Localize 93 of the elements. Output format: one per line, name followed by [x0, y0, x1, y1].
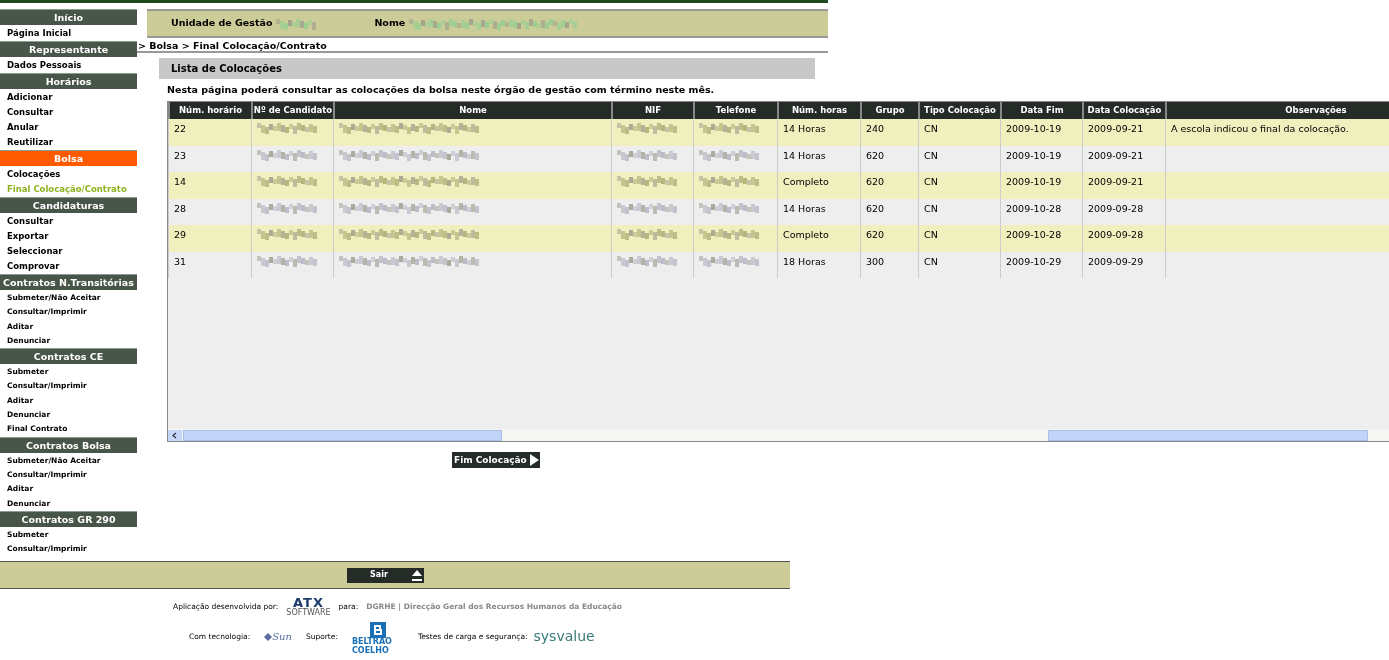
table-cell: 29	[174, 229, 187, 241]
blurred-text	[699, 122, 759, 135]
table-cell: 2009-10-29	[1006, 255, 1062, 267]
play-icon	[528, 454, 539, 467]
sidebar-heading[interactable]: Contratos Bolsa	[0, 436, 137, 453]
table-cell: 28	[174, 202, 187, 214]
table-cell: 2009-09-21	[1088, 176, 1144, 188]
sidebar-link[interactable]: Colocações	[0, 167, 137, 182]
testing-logo: sysvalue	[533, 627, 595, 646]
table-cell: 14 Horas	[783, 149, 826, 161]
blurred-text	[617, 228, 677, 241]
intro-text: Nesta página poderá consultar as colocações da bolsa neste órgão de gestão com término neste mês.	[167, 83, 716, 97]
sidebar-link[interactable]: Comprovar	[0, 259, 137, 274]
sidebar-heading[interactable]: Contratos N.Transitórias	[0, 274, 137, 290]
blurred-text	[699, 201, 759, 214]
blurred-text	[257, 201, 317, 214]
blurred-text	[617, 148, 677, 161]
blurred-text	[257, 148, 317, 161]
technology-logo: Sun	[264, 629, 292, 644]
blurred-text	[257, 122, 317, 135]
blurred-text	[257, 254, 317, 267]
sidebar-link[interactable]: Anular	[0, 120, 137, 135]
table-cell: CN	[924, 202, 938, 214]
table-cell: 2009-09-28	[1088, 229, 1144, 241]
blurred-text	[617, 122, 677, 135]
sidebar-heading[interactable]: Contratos CE	[0, 348, 137, 365]
blurred-text	[257, 175, 317, 188]
table-cell: 2009-09-21	[1088, 123, 1144, 135]
table-cell: 2009-09-29	[1088, 255, 1144, 267]
table-cell: 14 Horas	[783, 123, 826, 135]
table-cell: 620	[866, 149, 885, 161]
table-cell: CN	[924, 229, 938, 241]
sidebar-link[interactable]: Página Inicial	[0, 26, 137, 41]
table-cell: 300	[866, 255, 885, 267]
sidebar-link[interactable]: Consultar	[0, 214, 137, 229]
blurred-text	[699, 228, 759, 241]
blurred-text	[699, 148, 759, 161]
scroll-left-icon[interactable]	[168, 429, 182, 441]
table-cell: 2009-10-28	[1006, 202, 1062, 214]
table-cell: CN	[924, 123, 938, 135]
table-cell: Completo	[783, 176, 829, 188]
sidebar-link[interactable]: Consultar	[0, 105, 137, 120]
sidebar-heading[interactable]: Candidaturas	[0, 197, 137, 213]
scrollbar-thumb[interactable]	[183, 429, 502, 441]
table-cell: 18 Horas	[783, 255, 826, 267]
table-cell: CN	[924, 176, 938, 188]
table-cell: CN	[924, 149, 938, 161]
logo-mark-icon	[369, 622, 386, 638]
table-cell: 23	[174, 149, 187, 161]
developer-logo: ATX SOFTWARE	[286, 596, 331, 617]
blurred-text	[617, 175, 677, 188]
sidebar-link[interactable]: Dados Pessoais	[0, 58, 137, 73]
sidebar-link[interactable]: Seleccionar	[0, 244, 137, 259]
table-cell: A escola indicou o final da colocação.	[1171, 123, 1349, 135]
table-cell: 620	[866, 202, 885, 214]
sidebar-heading[interactable]: Representante	[0, 41, 137, 57]
table-cell: 14	[174, 176, 187, 188]
exit-button[interactable]: Sair	[347, 567, 424, 583]
table-cell: 14 Horas	[783, 202, 826, 214]
eject-icon	[412, 568, 422, 582]
blurred-text	[617, 201, 677, 214]
sidebar-link[interactable]: Reutilizar	[0, 135, 137, 150]
field-label: Unidade de Gestão	[171, 16, 273, 31]
sidebar-link[interactable]: Exportar	[0, 229, 137, 244]
table-cell: 2009-09-21	[1088, 149, 1144, 161]
table-cell: 240	[866, 123, 885, 135]
blurred-text	[699, 254, 759, 267]
table-cell: 22	[174, 123, 187, 135]
table-cell: 2009-10-28	[1006, 229, 1062, 241]
blurred-text	[699, 175, 759, 188]
table-cell: 2009-10-19	[1006, 176, 1062, 188]
table-cell: CN	[924, 255, 938, 267]
blurred-text	[617, 254, 677, 267]
table-cell: 620	[866, 229, 885, 241]
blurred-text	[257, 228, 317, 241]
sidebar-link[interactable]: Adicionar	[0, 90, 137, 105]
table-cell: 2009-09-28	[1088, 202, 1144, 214]
diamond-icon	[264, 632, 273, 641]
horizontal-scrollbar[interactable]	[168, 429, 1389, 442]
table-cell: Completo	[783, 229, 829, 241]
table-cell: 2009-10-19	[1006, 149, 1062, 161]
sidebar-heading[interactable]: Contratos GR 290	[0, 510, 137, 527]
sidebar-heading[interactable]: Início	[0, 9, 137, 25]
blurred-text	[276, 17, 317, 30]
table-cell: 620	[866, 176, 885, 188]
table-cell: 2009-10-19	[1006, 123, 1062, 135]
section-title: Lista de Colocações	[159, 58, 815, 79]
end-placement-button[interactable]: Fim Colocação	[452, 452, 540, 469]
breadcrumb: > Bolsa > Final Colocação/Contrato	[137, 38, 828, 53]
table-cell: 31	[174, 255, 187, 267]
scrollbar-thumb[interactable]	[1048, 429, 1368, 441]
sidebar-heading[interactable]: Horários	[0, 73, 137, 89]
field-label: Nome	[374, 16, 406, 31]
